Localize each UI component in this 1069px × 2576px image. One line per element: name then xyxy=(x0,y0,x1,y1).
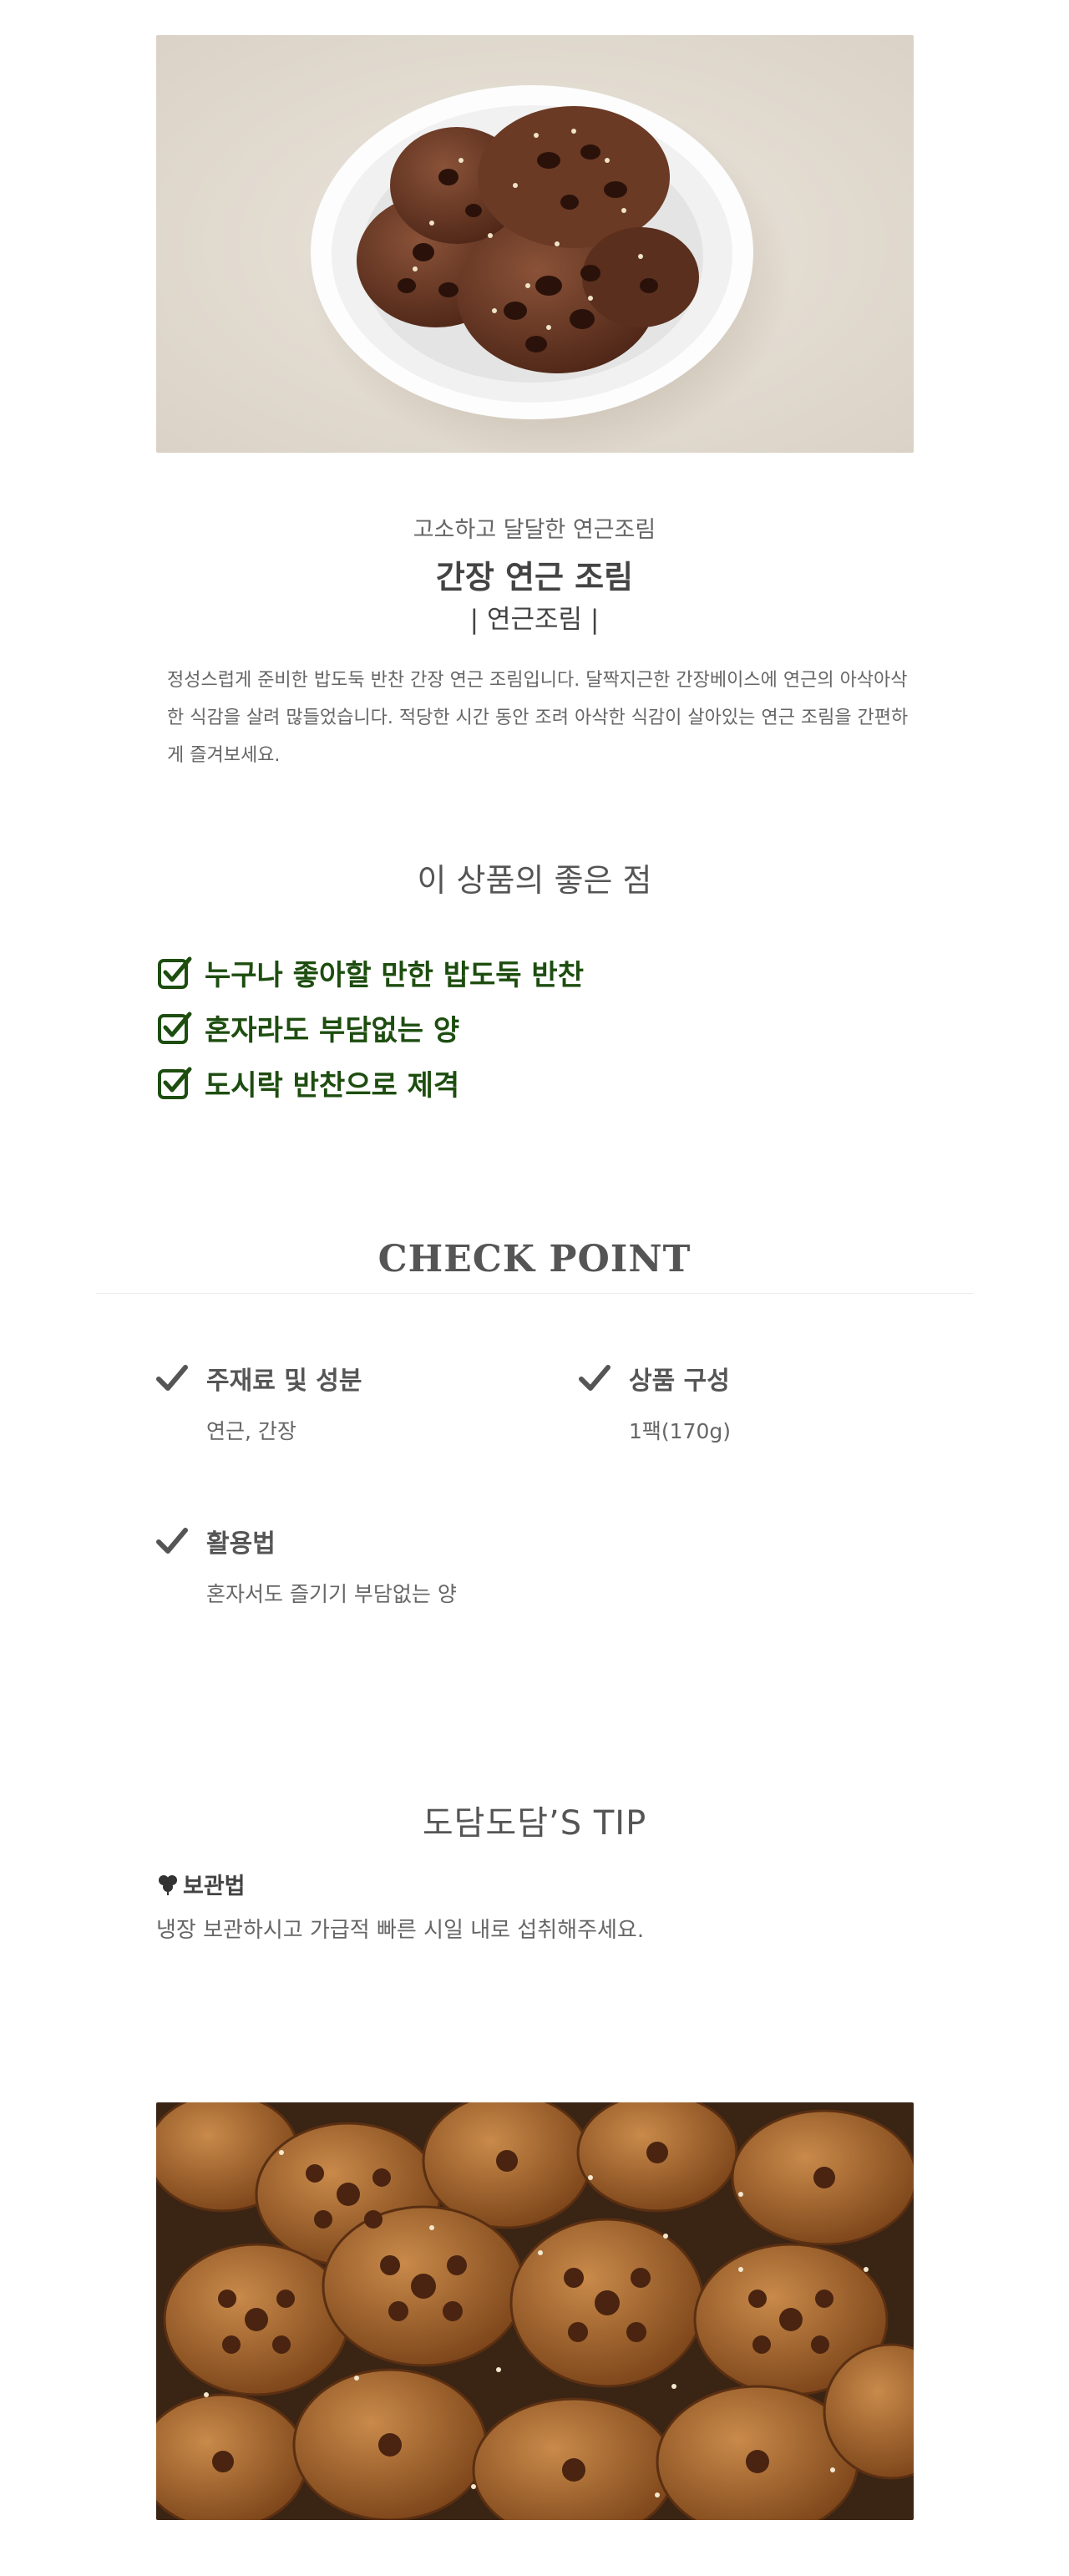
check-point-usage: 활용법 혼자서도 즐기기 부담없는 양 xyxy=(156,1523,557,1608)
good-point-label: 누구나 좋아할 만한 밥도둑 반찬 xyxy=(205,958,584,992)
product-subtitle: 고소하고 달달한 연근조림 xyxy=(413,517,656,543)
product-description: 정성스럽게 준비한 밥도둑 반찬 간장 연근 조림입니다. 달짝지근한 간장베이… xyxy=(167,670,909,766)
tip-storage-title: 보관법 xyxy=(183,1874,246,1899)
check-point-title: 상품 구성 xyxy=(629,1367,730,1396)
checkmark-icon xyxy=(156,1528,188,1554)
checkbox-checked-icon xyxy=(158,956,192,989)
checkmark-icon xyxy=(579,1365,610,1391)
check-point-divider xyxy=(96,1293,973,1294)
checkbox-checked-icon xyxy=(158,1012,192,1044)
check-point-title: 활용법 xyxy=(206,1529,276,1559)
good-point-item: 혼자라도 부담없는 양 xyxy=(156,1000,824,1055)
product-category: | 연근조림 | xyxy=(469,605,600,635)
tip-storage-header: 보관법 xyxy=(156,1868,246,1900)
good-point-item: 누구나 좋아할 만한 밥도둑 반찬 xyxy=(156,945,824,1000)
checkbox-checked-icon xyxy=(158,1067,192,1099)
checkmark-icon xyxy=(156,1365,188,1391)
good-point-item: 도시락 반찬으로 제격 xyxy=(156,1055,824,1110)
check-point-value: 연근, 간장 xyxy=(206,1419,296,1443)
check-point-title: 주재료 및 성분 xyxy=(206,1367,362,1396)
good-points-heading: 이 상품의 좋은 점 xyxy=(417,862,652,899)
good-point-label: 도시락 반찬으로 제격 xyxy=(205,1068,460,1103)
check-point-value: 1팩(170g) xyxy=(629,1419,731,1443)
check-point-heading: CHECK POINT xyxy=(377,1238,692,1280)
product-title: 간장 연근 조림 xyxy=(435,559,634,596)
tip-storage-text: 냉장 보관하시고 가급적 빠른 시일 내로 섭취해주세요. xyxy=(156,1918,645,1943)
check-point-ingredients: 주재료 및 성분 연근, 간장 xyxy=(156,1360,557,1445)
check-point-value: 혼자서도 즐기기 부담없는 양 xyxy=(206,1582,457,1606)
good-point-label: 혼자라도 부담없는 양 xyxy=(205,1013,460,1047)
check-point-composition: 상품 구성 1팩(170g) xyxy=(579,1360,980,1445)
clover-icon xyxy=(159,1874,177,1895)
tip-heading: 도담도담’S TIP xyxy=(422,1804,647,1843)
good-points-list: 누구나 좋아할 만한 밥도둑 반찬 혼자라도 부담없는 양 도시락 반찬으로 제… xyxy=(156,945,824,1110)
hero-product-photo xyxy=(156,35,914,453)
bottom-product-photo xyxy=(156,2102,914,2520)
